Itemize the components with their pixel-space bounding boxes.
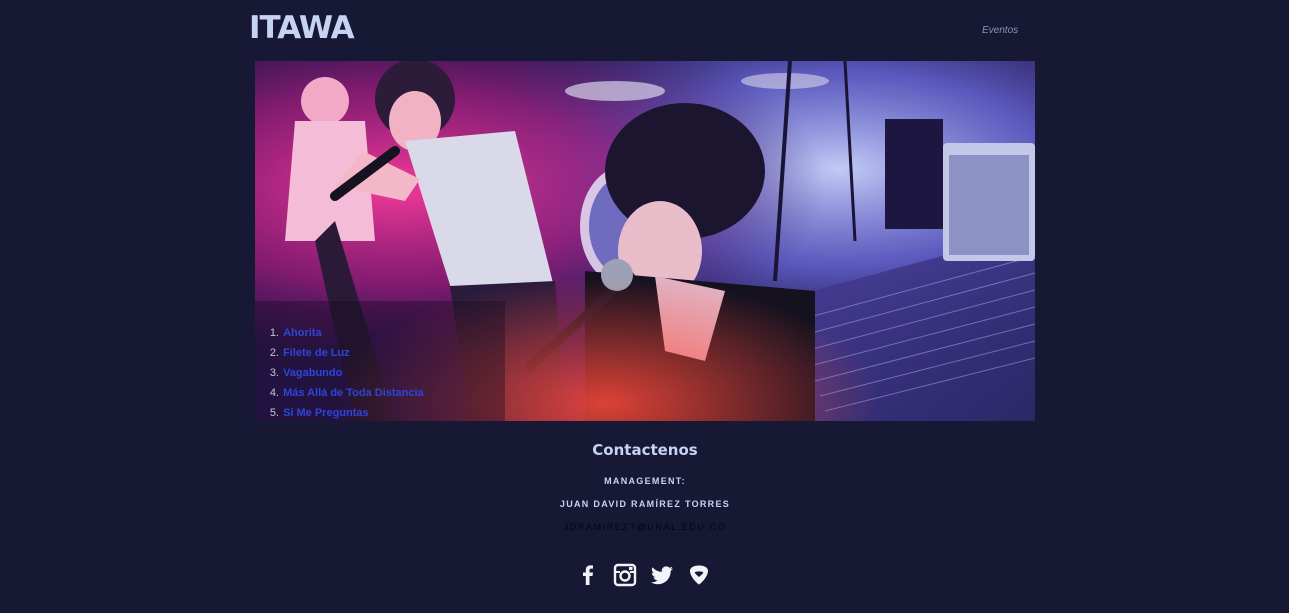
track-number: 1.: [269, 327, 279, 339]
track-number: 5.: [269, 407, 279, 419]
tracklist: 1. Ahorita 2. Filete de Luz 3. Vagabundo…: [265, 323, 424, 421]
site-logo[interactable]: ITAWA: [249, 10, 355, 46]
management-label: MANAGEMENT:: [604, 476, 686, 486]
guitar-pick-icon: [690, 565, 708, 585]
contact-title: Contactenos: [592, 441, 698, 459]
twitter-icon: [651, 566, 673, 585]
track-number: 2.: [269, 347, 279, 359]
instagram-icon: [613, 563, 637, 587]
twitter-link[interactable]: [650, 563, 674, 587]
track-item: 3. Vagabundo: [265, 363, 424, 383]
contact-section: Contactenos MANAGEMENT: JUAN DAVID RAMÍR…: [255, 439, 1035, 533]
track-link[interactable]: Filete de Luz: [283, 347, 350, 359]
track-link[interactable]: Ahorita: [283, 327, 322, 339]
track-link[interactable]: Más Allá de Toda Distancia: [283, 387, 424, 399]
track-item: 4. Más Allá de Toda Distancia: [265, 383, 424, 403]
instagram-link[interactable]: [613, 563, 637, 587]
manager-name: JUAN DAVID RAMÍREZ TORRES: [559, 499, 731, 509]
page: ITAWA Eventos 1. Ahorita 2. Filete de Lu…: [0, 0, 1289, 613]
social-links: [576, 563, 711, 587]
facebook-link[interactable]: [576, 563, 600, 587]
hero-band-photo: 1. Ahorita 2. Filete de Luz 3. Vagabundo…: [255, 61, 1035, 421]
track-item: 1. Ahorita: [265, 323, 424, 343]
guitar-pick-link[interactable]: [687, 563, 711, 587]
facebook-icon: [583, 565, 593, 585]
track-item: 5. Si Me Preguntas: [265, 403, 424, 421]
contact-email-link[interactable]: JDRAMIREZT@UNAL.EDU.CO: [255, 522, 1035, 533]
track-item: 2. Filete de Luz: [265, 343, 424, 363]
track-number: 4.: [269, 387, 279, 399]
track-link[interactable]: Si Me Preguntas: [283, 407, 369, 419]
track-number: 3.: [269, 367, 279, 379]
nav-link-eventos[interactable]: Eventos: [982, 25, 1018, 36]
track-link[interactable]: Vagabundo: [283, 367, 342, 379]
